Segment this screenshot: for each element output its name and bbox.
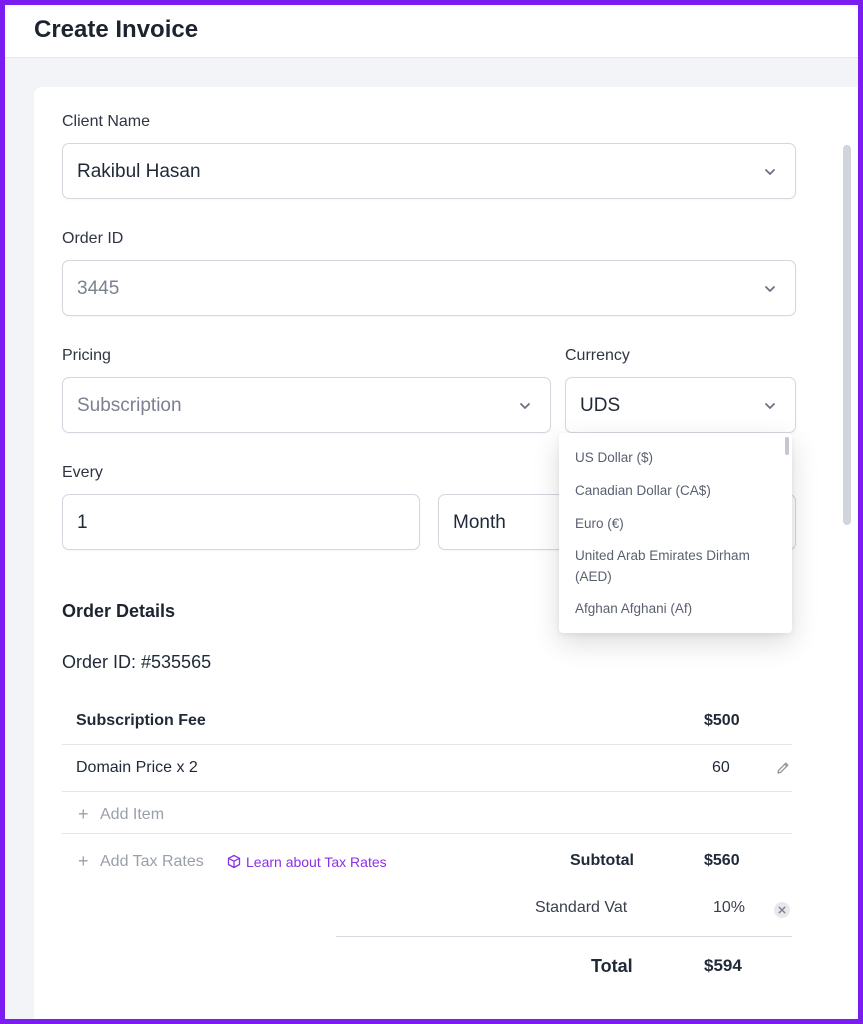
- currency-option[interactable]: Canadian Dollar (CA$): [575, 480, 775, 501]
- line-item-name: Domain Price x 2: [76, 759, 198, 776]
- order-id-value: 3445: [77, 278, 120, 299]
- app-frame: Create Invoice Client Name Rakibul Hasan…: [5, 5, 858, 1019]
- pricing-select[interactable]: Subscription: [62, 377, 551, 433]
- order-id-display: Order ID: #535565: [62, 652, 212, 672]
- currency-option[interactable]: United Arab Emirates Dirham (AED): [575, 545, 775, 587]
- box-icon: [227, 854, 241, 869]
- plus-icon: +: [78, 804, 89, 824]
- currency-select[interactable]: UDS: [565, 377, 796, 433]
- add-item-button[interactable]: + Add Item: [78, 805, 178, 827]
- add-tax-rates-label: Add Tax Rates: [100, 853, 204, 870]
- order-id-label: Order ID: [62, 230, 124, 247]
- pencil-icon[interactable]: [775, 760, 791, 776]
- every-value: 1: [77, 512, 88, 533]
- learn-tax-rates-link[interactable]: Learn about Tax Rates: [227, 853, 407, 873]
- line-item-name: Subscription Fee: [76, 712, 206, 729]
- row-divider: [62, 744, 792, 745]
- page-scrollbar[interactable]: [843, 145, 851, 525]
- subtotal-amount: $560: [704, 852, 740, 869]
- tax-rate: 10%: [713, 899, 746, 916]
- order-details-title: Order Details: [62, 601, 176, 621]
- chevron-down-icon: [765, 286, 775, 292]
- page-title: Create Invoice: [34, 16, 199, 43]
- row-divider: [62, 791, 792, 792]
- client-name-label: Client Name: [62, 113, 151, 130]
- learn-tax-rates-label: Learn about Tax Rates: [246, 854, 387, 870]
- every-unit-value: Month: [453, 512, 506, 533]
- remove-tax-button[interactable]: [774, 902, 790, 918]
- total-amount: $594: [704, 956, 742, 975]
- currency-label: Currency: [565, 347, 630, 364]
- chevron-down-icon: [520, 403, 530, 409]
- add-item-label: Add Item: [100, 806, 165, 823]
- chevron-down-icon: [765, 403, 775, 409]
- currency-dropdown-menu: US Dollar ($) Canadian Dollar (CA$) Euro…: [559, 433, 792, 633]
- currency-option[interactable]: US Dollar ($): [575, 447, 775, 468]
- row-divider: [62, 833, 792, 834]
- pricing-value: Subscription: [77, 395, 182, 416]
- tax-label: Standard Vat: [535, 899, 628, 916]
- top-bar: Create Invoice: [5, 5, 858, 58]
- subtotal-label: Subtotal: [570, 852, 634, 869]
- client-name-value: Rakibul Hasan: [77, 161, 201, 182]
- pricing-label: Pricing: [62, 347, 111, 364]
- currency-option[interactable]: Euro (€): [575, 513, 775, 534]
- chevron-down-icon: [765, 169, 775, 175]
- line-item-amount: 60: [712, 759, 730, 776]
- plus-icon: +: [78, 851, 89, 871]
- currency-value: UDS: [580, 395, 621, 416]
- total-divider: [336, 936, 792, 937]
- currency-option[interactable]: Afghan Afghani (Af): [575, 598, 775, 619]
- every-input[interactable]: 1: [62, 494, 420, 550]
- add-tax-rates-button[interactable]: + Add Tax Rates: [78, 852, 218, 874]
- close-icon: [778, 906, 786, 914]
- order-id-select[interactable]: 3445: [62, 260, 796, 316]
- dropdown-scrollbar[interactable]: [785, 437, 789, 455]
- client-name-select[interactable]: Rakibul Hasan: [62, 143, 796, 199]
- line-item-amount: $500: [704, 712, 740, 729]
- total-label: Total: [591, 956, 633, 976]
- every-label: Every: [62, 464, 103, 481]
